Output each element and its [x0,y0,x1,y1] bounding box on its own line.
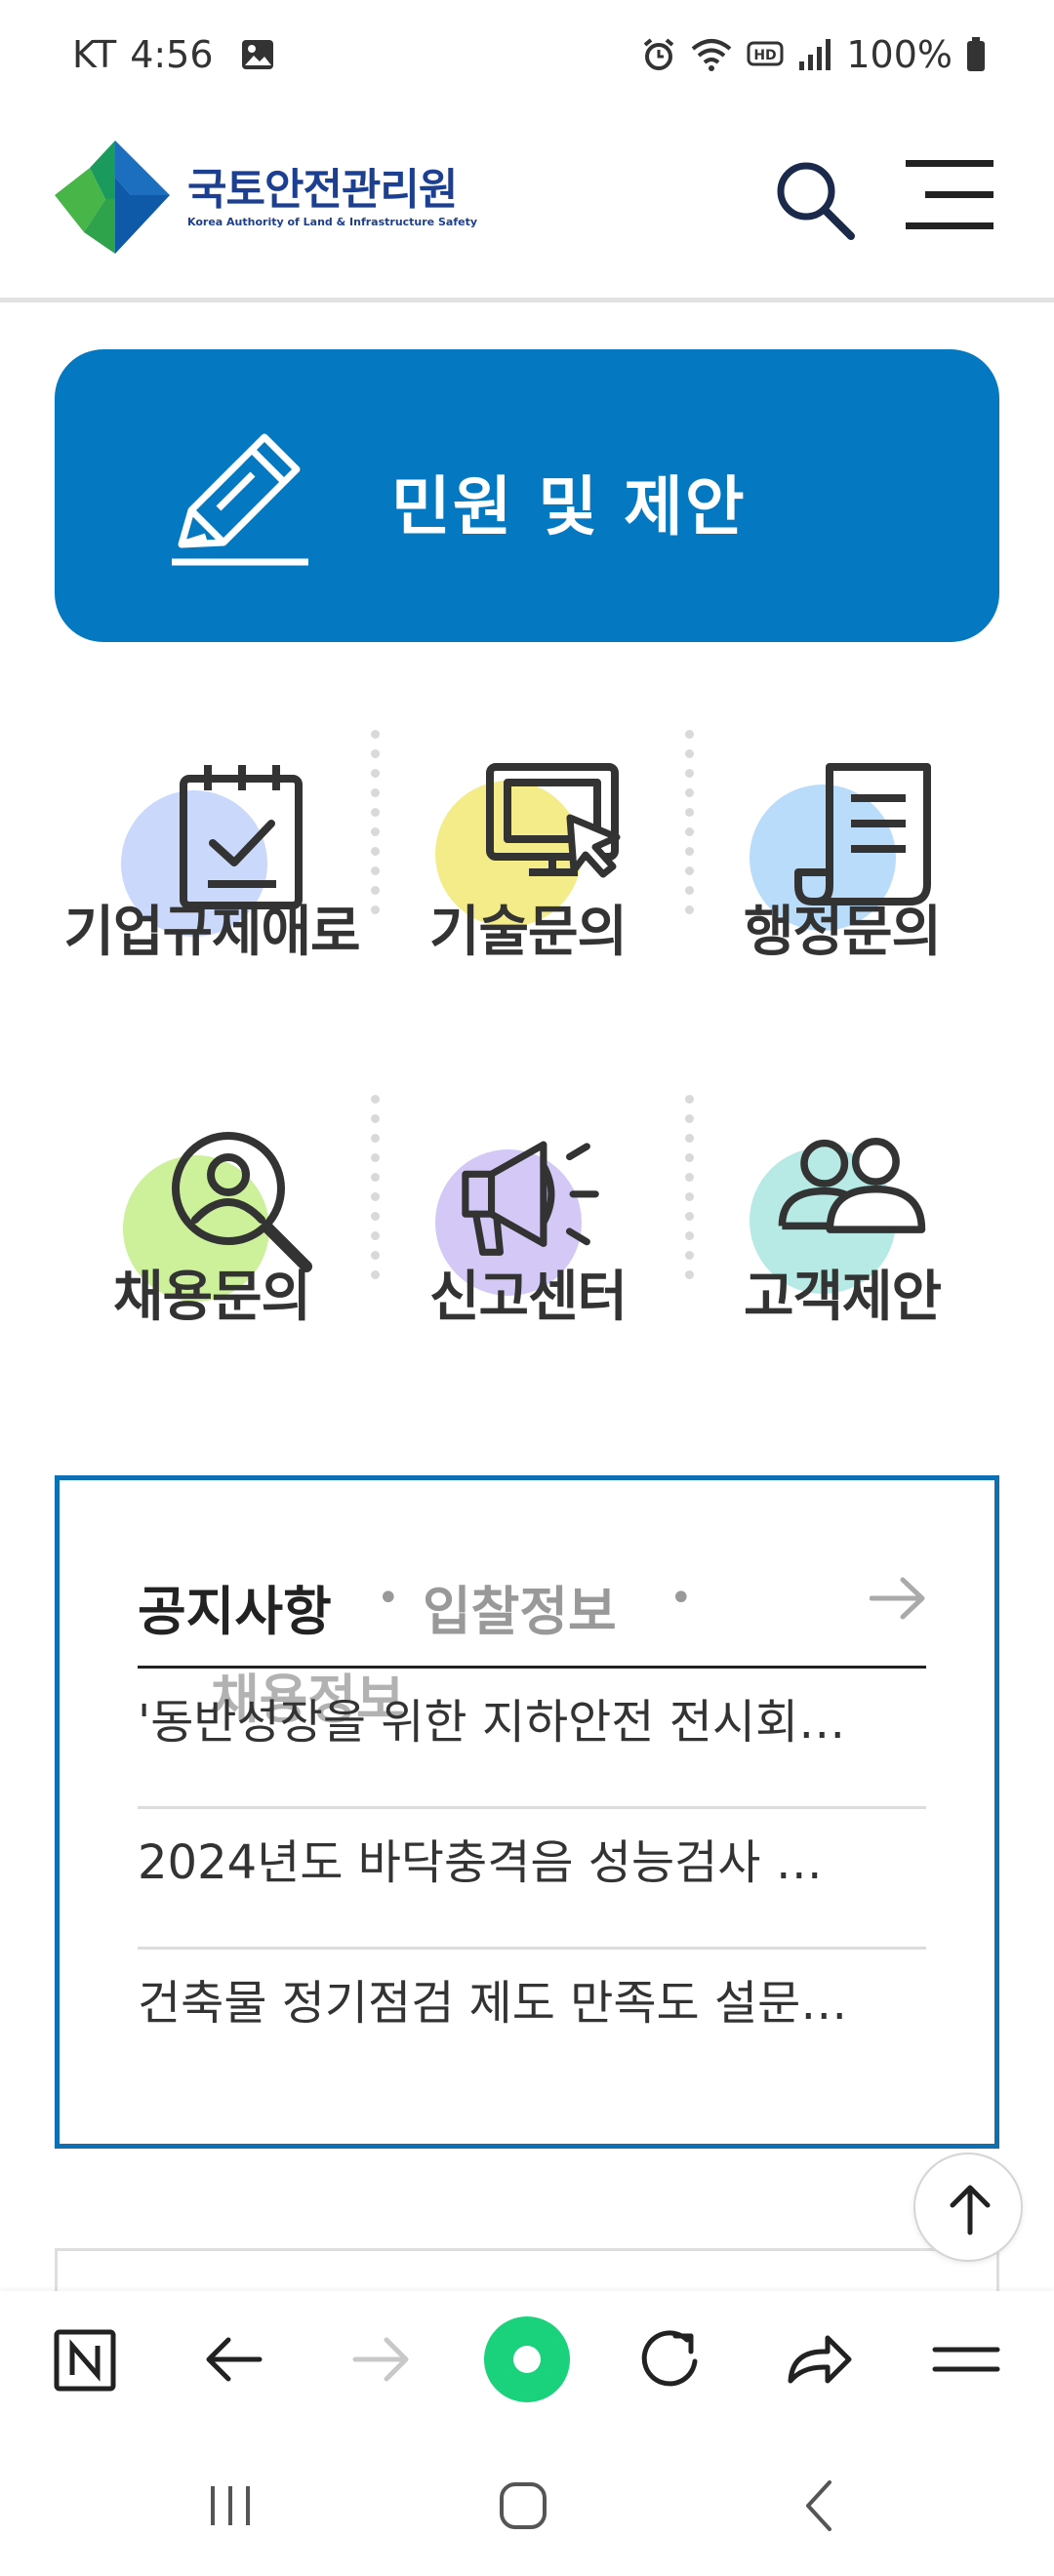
gallery-icon [241,40,273,69]
hamburger-menu-icon[interactable] [898,152,995,240]
system-nav-bar [0,2439,1054,2576]
search-icon[interactable] [771,156,859,244]
tab-separator: • [669,1576,693,1621]
clock: 4:56 [130,33,214,76]
carrier: KT [72,33,117,76]
home-icon [500,2482,547,2529]
share-arrow-icon [788,2335,852,2384]
notice-board: 공지사항 • 입찰정보 • 채용정보 '동반성장을 위한 지하안전 전시회… 2… [55,1475,999,2149]
tab-separator: • [377,1576,400,1621]
service-technical-inquiry[interactable]: 기술문의 [371,722,685,1015]
status-bar: KT 4:56 HD 100% [0,0,1054,117]
item-divider [138,1806,926,1809]
tab-notices[interactable]: 공지사항 [138,1568,332,1645]
tab-bid-info[interactable]: 입찰정보 [423,1568,617,1645]
browser-menu-button[interactable] [927,2320,1015,2408]
recent-apps-icon [211,2486,250,2525]
share-button[interactable] [779,2320,867,2408]
logo-korean-name: 국토안전관리원 [187,165,458,215]
arrow-right-icon [352,2337,409,2382]
logo-mark-icon [55,141,170,254]
scroll-to-top-button[interactable] [913,2153,1023,2262]
arrow-left-icon [206,2337,263,2382]
menu-lines-icon [932,2347,1000,2372]
arrow-right-icon[interactable] [870,1574,928,1623]
naver-home-button[interactable] [47,2320,135,2408]
service-report-center[interactable]: 신고센터 [371,1087,685,1380]
service-customer-suggestion[interactable]: 고객제안 [685,1087,999,1380]
site-header: 국토안전관리원 Korea Authority of Land & Infras… [0,117,1054,302]
back-button[interactable] [195,2320,283,2408]
refresh-icon [641,2330,698,2387]
green-dot-button[interactable] [482,2314,570,2402]
service-label: 행정문의 [743,901,942,964]
logo-english-name: Korea Authority of Land & Infrastructure… [187,216,477,228]
svg-text:HD: HD [754,48,777,63]
wifi-icon [692,39,732,71]
naver-n-icon [54,2329,116,2392]
alarm-icon [644,38,674,70]
service-business-regulation[interactable]: 기업규제애로 [55,722,369,1015]
item-divider [138,1947,926,1950]
browser-toolbar [0,2291,1054,2439]
site-logo[interactable]: 국토안전관리원 Korea Authority of Land & Infras… [55,139,477,258]
service-label: 기술문의 [428,901,628,964]
service-recruitment-inquiry[interactable]: 채용문의 [55,1087,369,1380]
green-dot-icon [484,2316,570,2402]
battery-icon [967,37,985,71]
recent-apps-button[interactable] [201,2476,260,2539]
tab-underline [138,1666,926,1669]
forward-button[interactable] [342,2320,429,2408]
refresh-button[interactable] [632,2320,720,2408]
service-label: 채용문의 [112,1266,311,1329]
complaint-suggestion-banner[interactable]: 민원 및 제안 [55,349,999,642]
service-label: 신고센터 [428,1266,628,1329]
notice-item[interactable]: 건축물 정기점검 제도 만족도 설문… [138,1974,926,2111]
banner-label: 민원 및 제안 [391,469,747,544]
home-button[interactable] [494,2476,552,2539]
arrow-up-icon [950,2185,991,2235]
service-label: 고객제안 [743,1266,942,1329]
service-label: 기업규제애로 [63,901,360,964]
notice-item[interactable]: '동반성장을 위한 지하안전 전시회… [138,1693,926,1830]
pencil-write-icon [172,433,308,566]
hd-voice-icon: HD [747,41,784,66]
notice-item[interactable]: 2024년도 바닥충격음 성능검사 … [138,1833,926,1970]
system-back-button[interactable] [790,2476,849,2539]
service-administrative-inquiry[interactable]: 행정문의 [685,722,999,1015]
chevron-left-icon [806,2480,831,2531]
battery-percent: 100% [846,33,953,76]
signal-icon [799,39,831,70]
